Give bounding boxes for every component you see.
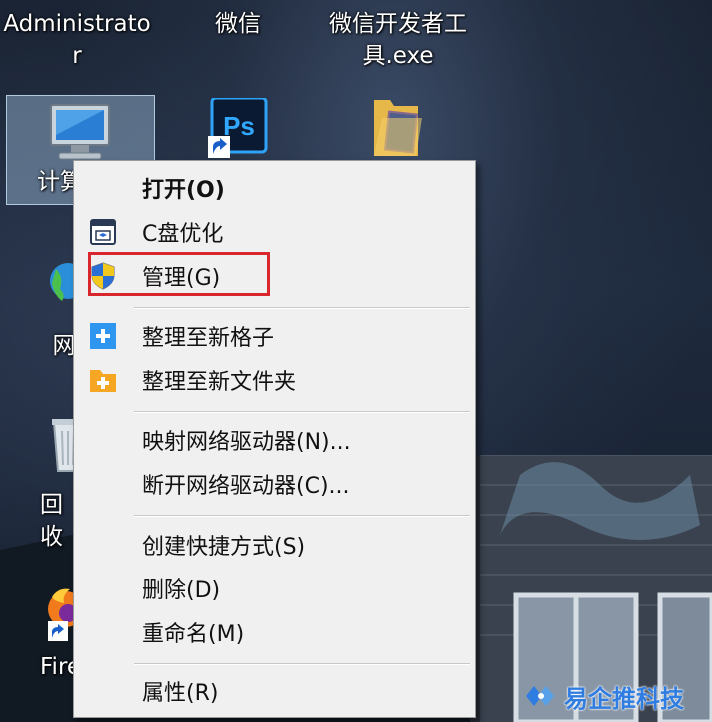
menu-item-label: 打开(O) — [142, 178, 225, 203]
menu-separator — [134, 307, 470, 309]
menu-separator — [134, 515, 470, 517]
menu-item-label: 映射网络驱动器(N)... — [142, 430, 351, 455]
menu-item-label: 整理至新格子 — [142, 326, 275, 351]
menu-item-label: 创建快捷方式(S) — [142, 535, 306, 560]
menu-item-organize-new-folder[interactable]: 整理至新文件夹 — [74, 360, 475, 400]
label-line-2: 具.exe — [362, 43, 434, 69]
label-line-1: 微信开发者工 — [329, 11, 467, 37]
highlight-annotation — [88, 252, 270, 296]
menu-separator — [134, 663, 470, 665]
plus-folder-icon — [90, 370, 116, 392]
desktop-icon-label-wechat-devtools[interactable]: 微信开发者工 具.exe — [318, 8, 478, 72]
menu-item-open[interactable]: 打开(O) — [74, 168, 475, 208]
context-menu: 打开(O) C盘优化 管理(G) 整理至新格子 整理至新文件夹 映射网络驱动器(… — [73, 160, 476, 718]
menu-item-label: 重命名(M) — [142, 622, 245, 647]
menu-item-map-network-drive[interactable]: 映射网络驱动器(N)... — [74, 420, 475, 460]
label-line-2: r — [72, 43, 82, 69]
menu-item-label: 整理至新文件夹 — [142, 370, 297, 395]
plus-blue-icon — [90, 323, 116, 349]
watermark-text: 易企推科技 — [564, 684, 684, 713]
menu-item-rename[interactable]: 重命名(M) — [74, 612, 475, 652]
watermark-logo-icon — [526, 686, 554, 706]
menu-item-label: 断开网络驱动器(C)... — [142, 474, 350, 499]
desktop-icon-label-wechat[interactable]: 微信 — [190, 8, 286, 40]
menu-item-disconnect-network-drive[interactable]: 断开网络驱动器(C)... — [74, 464, 475, 504]
menu-separator — [134, 411, 470, 413]
desktop-icon-label-administrator[interactable]: Administrato r — [2, 8, 152, 72]
computer-icon — [50, 104, 110, 160]
photoshop-icon[interactable]: Ps — [208, 98, 270, 160]
menu-item-label: C盘优化 — [142, 222, 224, 247]
disk-cleanup-icon — [90, 219, 116, 245]
watermark: 易企推科技 — [524, 676, 710, 716]
menu-item-c-drive-optimize[interactable]: C盘优化 — [74, 212, 475, 252]
menu-item-organize-new-grid[interactable]: 整理至新格子 — [74, 316, 475, 356]
label-line-1: Administrato — [3, 11, 151, 37]
menu-item-label: 属性(R) — [142, 681, 219, 706]
menu-item-create-shortcut[interactable]: 创建快捷方式(S) — [74, 525, 475, 565]
menu-item-delete[interactable]: 删除(D) — [74, 568, 475, 608]
menu-item-label: 删除(D) — [142, 578, 221, 603]
folder-icon[interactable] — [368, 96, 424, 160]
menu-item-properties[interactable]: 属性(R) — [74, 671, 475, 711]
